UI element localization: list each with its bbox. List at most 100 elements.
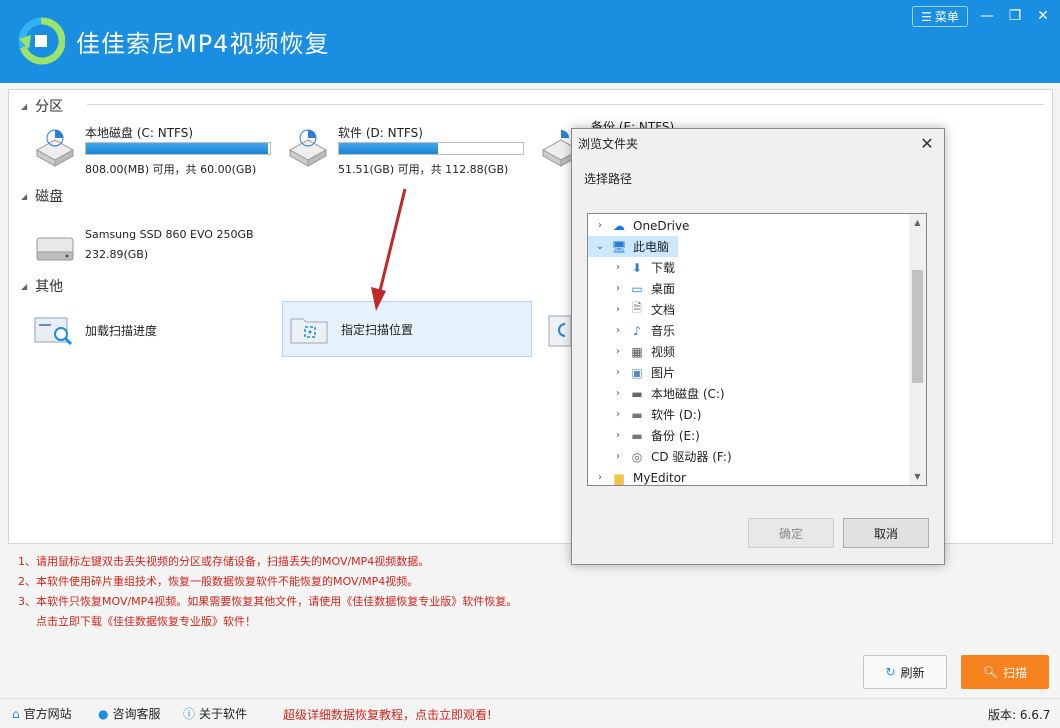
note-line: 2、本软件使用碎片重组技术，恢复一般数据恢复软件不能恢复的MOV/MP4视频。 <box>18 575 419 588</box>
chevron-right-icon[interactable]: › <box>612 283 624 294</box>
partition-info: 808.00(MB) 可用，共 60.00(GB) <box>85 163 257 176</box>
partition-d[interactable]: 软件 (D: NTFS) 51.51(GB) 可用，共 112.88(GB) <box>286 124 536 180</box>
tree-item-label: 音乐 <box>651 324 676 338</box>
dialog-prompt: 选择路径 <box>584 172 633 186</box>
usage-bar <box>338 142 524 155</box>
chevron-right-icon[interactable]: › <box>594 220 606 231</box>
chevron-right-icon[interactable]: › <box>612 304 624 315</box>
home-icon: ⌂ <box>12 706 20 721</box>
search-icon: 🔍︎ <box>982 665 999 679</box>
note-line: 1、请用鼠标左键双击丢失视频的分区或存储设备，扫描丢失的MOV/MP4视频数据。 <box>18 555 430 568</box>
close-icon: ✕ <box>920 133 934 153</box>
refresh-button[interactable]: ↻ 刷新 <box>863 655 947 689</box>
load-scan-progress-tile[interactable]: 加载扫描进度 <box>31 302 281 358</box>
partition-section-header[interactable]: ◢ 分区 <box>21 96 63 116</box>
tree-item[interactable]: › ▆ MyEditor <box>588 467 686 485</box>
document-icon: 🗎 <box>632 301 642 315</box>
tree-item-label: 备份 (E:) <box>651 429 700 443</box>
cancel-button[interactable]: 取消 <box>843 518 929 548</box>
other-section-header[interactable]: ◢ 其他 <box>21 276 63 296</box>
ok-button[interactable]: 确定 <box>748 518 834 548</box>
picture-icon: ▣ <box>631 365 643 380</box>
disk-samsung[interactable]: Samsung SSD 860 EVO 250GB 232.89(GB) <box>33 224 283 280</box>
website-link[interactable]: ⌂ 官方网站 <box>12 705 72 722</box>
chevron-right-icon[interactable]: › <box>612 388 624 399</box>
dialog-close-button[interactable]: ✕ <box>910 129 944 157</box>
restore-button[interactable]: ❐ <box>1002 5 1028 27</box>
chevron-right-icon[interactable]: › <box>612 367 624 378</box>
tree-item[interactable]: › ▦ 视频 <box>588 341 675 362</box>
scroll-up-arrow[interactable]: ▲ <box>909 214 926 231</box>
tile-label: 加载扫描进度 <box>85 323 158 338</box>
tree-item[interactable]: › 🗎 文档 <box>588 299 675 320</box>
hard-drive-icon <box>288 129 328 167</box>
video-icon: ▦ <box>631 344 643 359</box>
partition-name: 软件 (D: NTFS) <box>338 126 423 140</box>
footer-label: 关于软件 <box>199 707 248 721</box>
chat-icon: ● <box>98 706 109 721</box>
minimize-button[interactable]: — <box>974 5 1000 27</box>
chevron-right-icon[interactable]: › <box>612 346 624 357</box>
scroll-thumb[interactable] <box>912 270 923 383</box>
tree-item[interactable]: › ☁ OneDrive <box>588 215 689 236</box>
refresh-icon: ↻ <box>885 665 896 679</box>
note-line: 3、本软件只恢复MOV/MP4视频。如果需要恢复其他文件，请使用《佳佳数据恢复专… <box>18 595 518 608</box>
search-folder-icon <box>34 317 73 346</box>
app-title: 佳佳索尼MP4视频恢复 <box>76 30 330 58</box>
chevron-right-icon[interactable]: › <box>612 325 624 336</box>
menu-button[interactable]: ☰ 菜单 <box>912 6 968 27</box>
menu-label: 菜单 <box>934 10 959 24</box>
instructions: 1、请用鼠标左键双击丢失视频的分区或存储设备，扫描丢失的MOV/MP4视频数据。… <box>18 552 517 632</box>
disk-name: Samsung SSD 860 EVO 250GB <box>85 228 254 241</box>
chevron-right-icon[interactable]: › <box>612 409 624 420</box>
tree-item-label: 本地磁盘 (C:) <box>651 387 725 401</box>
tree-item-label: 视频 <box>651 345 676 359</box>
system-drive-icon: ▬ <box>631 386 643 401</box>
about-link[interactable]: ⓘ 关于软件 <box>183 705 247 722</box>
tree-item-label: OneDrive <box>633 218 690 233</box>
scroll-down-arrow[interactable]: ▼ <box>909 468 926 485</box>
scan-button[interactable]: 🔍︎ 扫描 <box>961 655 1049 689</box>
drive-icon: ▬ <box>631 407 643 422</box>
tree-item[interactable]: › ▣ 图片 <box>588 362 675 383</box>
tree-item[interactable]: ⌄ 🖥︎ 此电脑 <box>588 236 678 257</box>
version-label: 版本: 6.6.7 <box>988 708 1051 722</box>
folder-tree[interactable]: › ☁ OneDrive ⌄ 🖥︎ 此电脑 › ⬇ 下载 › ▭ 桌面 › 🗎 文档 › ♪ 音乐 › ▦ 视频 › ▣ 图片… <box>587 213 927 486</box>
section-title: 分区 <box>35 99 64 115</box>
collapse-icon: ◢ <box>21 281 28 291</box>
tree-item[interactable]: › ▬ 本地磁盘 (C:) <box>588 383 725 404</box>
tree-item-label: MyEditor <box>633 470 686 485</box>
close-icon: ✕ <box>1037 8 1049 24</box>
computer-icon: 🖥︎ <box>611 239 627 254</box>
dialog-title: 浏览文件夹 <box>578 137 639 151</box>
chevron-right-icon[interactable]: › <box>594 472 606 483</box>
disk-section-header[interactable]: ◢ 磁盘 <box>21 186 63 206</box>
chevron-right-icon[interactable]: › <box>612 430 624 441</box>
chevron-right-icon[interactable]: › <box>612 451 624 462</box>
tutorial-link[interactable]: 超级详细数据恢复教程，点击立即观看! <box>283 706 492 723</box>
tree-item[interactable]: › ⬇ 下载 <box>588 257 675 278</box>
title-bar: 佳佳索尼MP4视频恢复 ☰ 菜单 — ❐ ✕ <box>0 0 1060 83</box>
chevron-right-icon[interactable]: › <box>612 262 624 273</box>
tree-item-label: CD 驱动器 (F:) <box>651 450 732 464</box>
minimize-icon: — <box>980 8 994 24</box>
tree-item-label: 文档 <box>651 303 676 317</box>
chevron-down-icon[interactable]: ⌄ <box>594 241 606 252</box>
tree-item[interactable]: › ◎ CD 驱动器 (F:) <box>588 446 732 467</box>
tree-item[interactable]: › ▭ 桌面 <box>588 278 675 299</box>
support-link[interactable]: ● 咨询客服 <box>98 705 161 722</box>
disk-size: 232.89(GB) <box>85 248 149 261</box>
tree-item[interactable]: › ▬ 备份 (E:) <box>588 425 700 446</box>
partition-info: 51.51(GB) 可用，共 112.88(GB) <box>338 163 509 176</box>
close-button[interactable]: ✕ <box>1030 5 1056 27</box>
tile-label: 指定扫描位置 <box>341 322 414 337</box>
refresh-label: 刷新 <box>900 665 925 680</box>
tree-item[interactable]: › ♪ 音乐 <box>588 320 675 341</box>
disk-image-icon <box>548 315 571 347</box>
download-link[interactable]: 点击立即下载《佳佳数据恢复专业版》软件！ <box>18 612 517 632</box>
collapse-icon: ◢ <box>21 191 28 201</box>
partition-c[interactable]: 本地磁盘 (C: NTFS) 808.00(MB) 可用，共 60.00(GB) <box>33 124 283 180</box>
tree-scrollbar[interactable]: ▲ ▼ <box>909 214 926 485</box>
footer-label: 官方网站 <box>23 707 72 721</box>
tree-item[interactable]: › ▬ 软件 (D:) <box>588 404 701 425</box>
